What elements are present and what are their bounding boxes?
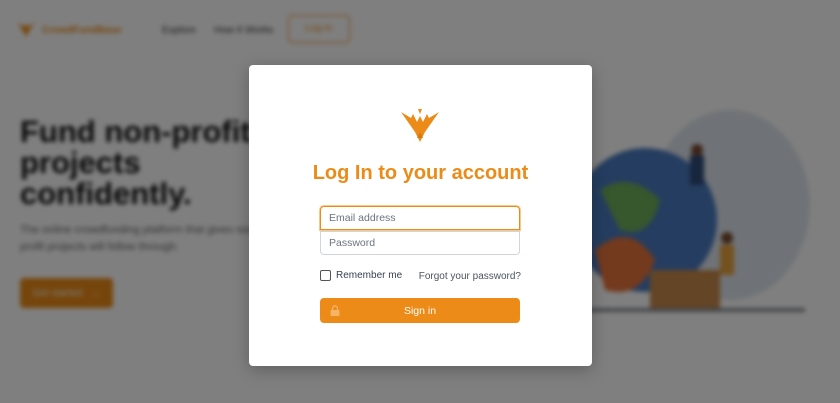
sign-in-button[interactable]: Sign in bbox=[320, 298, 520, 323]
email-field[interactable] bbox=[320, 206, 520, 230]
remember-me[interactable]: Remember me bbox=[320, 270, 402, 281]
lock-icon bbox=[330, 305, 340, 316]
eagle-logo-icon bbox=[401, 109, 439, 142]
remember-me-label: Remember me bbox=[336, 270, 403, 281]
login-modal: Log In to your account Remember me Forgo… bbox=[249, 65, 592, 366]
forgot-password-link[interactable]: Forgot your password? bbox=[419, 271, 521, 282]
password-field[interactable] bbox=[320, 231, 520, 255]
sign-in-label: Sign in bbox=[403, 304, 437, 317]
modal-title: Log In to your account bbox=[312, 162, 529, 184]
remember-me-checkbox[interactable] bbox=[320, 270, 331, 281]
